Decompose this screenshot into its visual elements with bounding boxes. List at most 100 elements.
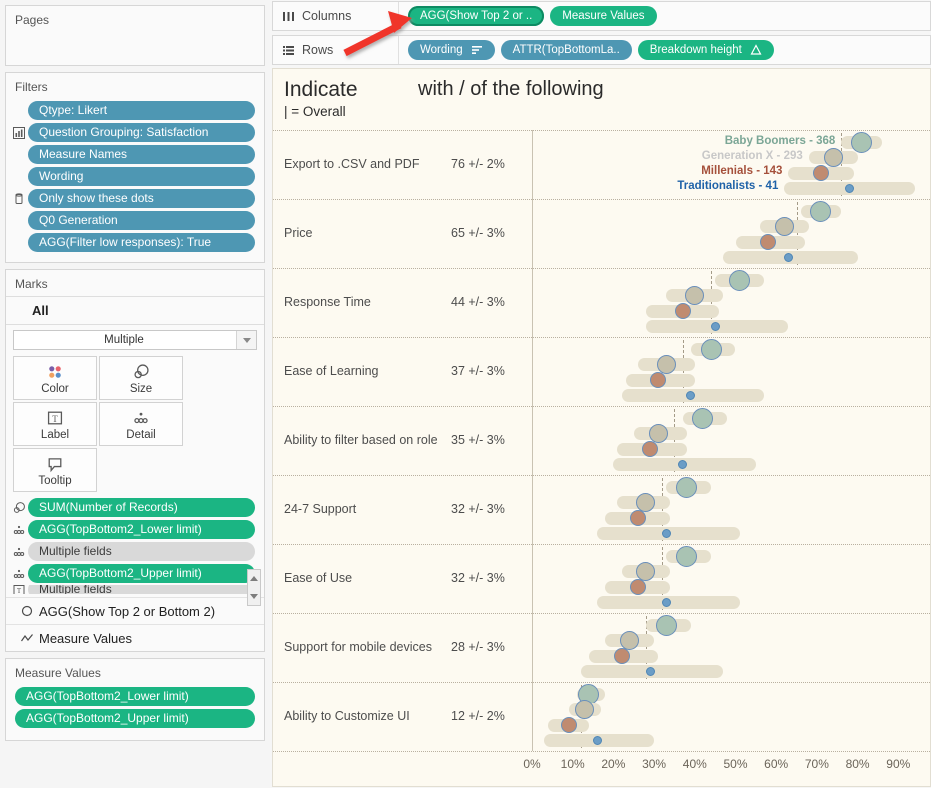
measure-value-pill[interactable]: AGG(TopBottom2_Upper limit): [15, 709, 255, 728]
row-overall-value: 35 +/- 3%: [451, 432, 505, 447]
data-point-ml[interactable]: [629, 510, 646, 527]
detail-dots-icon: [132, 408, 150, 428]
data-point-tr[interactable]: [678, 459, 688, 469]
row-category-label: Ease of Use: [284, 570, 353, 585]
row-separator: [273, 544, 930, 545]
chevron-down-icon[interactable]: [236, 331, 256, 349]
shelf-pill[interactable]: AGG(Show Top 2 or ..: [408, 6, 545, 26]
delta-icon[interactable]: [750, 44, 762, 56]
label-text-icon: T: [46, 408, 64, 428]
marks-detail-button[interactable]: Detail: [99, 402, 183, 446]
marks-pill[interactable]: AGG(TopBottom2_Upper limit): [28, 564, 255, 583]
data-point-ml[interactable]: [812, 165, 829, 182]
data-point-tr[interactable]: [592, 735, 602, 745]
viz-title-main: Indicate: [284, 78, 358, 101]
pages-card: Pages: [5, 5, 265, 66]
marks-all-label: All: [32, 303, 49, 318]
marks-pill[interactable]: AGG(TopBottom2_Lower limit): [28, 520, 255, 539]
marks-pill-row: SUM(Number of Records): [6, 497, 264, 518]
data-point-tr[interactable]: [661, 597, 671, 607]
marks-extra-row[interactable]: AGG(Show Top 2 or Bottom 2): [6, 597, 264, 624]
row-category-label: Ability to Customize UI: [284, 708, 410, 723]
shelf-pill[interactable]: Wording: [408, 40, 495, 60]
shelf-pill-label: Measure Values: [562, 10, 645, 22]
data-point-bb[interactable]: [692, 408, 714, 430]
data-point-bb[interactable]: [700, 339, 722, 361]
x-axis-tick-label: 20%: [601, 757, 626, 771]
marks-tooltip-button[interactable]: Tooltip: [13, 448, 97, 492]
rows-shelf-label: Rows: [273, 36, 399, 64]
marks-button-label: Tooltip: [38, 474, 72, 487]
filters-card: Filters Qtype: Likert Question Grouping: …: [5, 72, 265, 263]
data-point-ml[interactable]: [560, 717, 577, 734]
filter-pill[interactable]: Question Grouping: Satisfaction: [28, 123, 255, 142]
marks-color-button[interactable]: Color: [13, 356, 97, 400]
x-axis-tick-label: 90%: [886, 757, 911, 771]
data-point-tr[interactable]: [783, 252, 793, 262]
color-dots-icon: [46, 362, 64, 382]
marks-label-button[interactable]: T Label: [13, 402, 97, 446]
marks-pill[interactable]: SUM(Number of Records): [28, 498, 255, 517]
tooltip-bubble-icon: [46, 454, 64, 474]
marks-buttons-grid: Color Size T Label Detail Tooltip: [6, 356, 264, 492]
generation-name: Traditionalists: [677, 180, 756, 193]
filter-pill[interactable]: AGG(Filter low responses): True: [28, 233, 255, 252]
data-point-ml[interactable]: [674, 303, 691, 320]
data-point-tr[interactable]: [645, 666, 655, 676]
row-separator: [273, 406, 930, 407]
data-point-tr[interactable]: [661, 528, 671, 538]
data-point-gx[interactable]: [823, 148, 843, 168]
data-point-bb[interactable]: [810, 201, 832, 223]
filter-pill[interactable]: Wording: [28, 167, 255, 186]
shelf-pill[interactable]: ATTR(TopBottomLa..: [500, 40, 632, 60]
data-point-gx[interactable]: [685, 286, 705, 306]
detail-dots-icon: [134, 412, 148, 423]
row-category-label: Response Time: [284, 294, 371, 309]
filters-card-title: Filters: [15, 80, 48, 94]
filter-pill[interactable]: Qtype: Likert: [28, 101, 255, 120]
marks-pill[interactable]: Multiple fields: [28, 585, 255, 594]
label-text-icon: T: [47, 411, 63, 424]
filter-pill[interactable]: Only show these dots: [28, 189, 255, 208]
scroll-down-icon[interactable]: [248, 588, 260, 606]
marks-pill-row: AGG(TopBottom2_Upper limit): [6, 563, 264, 584]
marks-extra-row[interactable]: Measure Values: [6, 624, 264, 651]
visualization-canvas[interactable]: Indicate with / of the following | = Ove…: [272, 68, 931, 787]
row-overall-value: 32 +/- 3%: [451, 501, 505, 516]
scroll-up-icon[interactable]: [248, 570, 260, 588]
generation-legend-label: Generation X - 293: [701, 149, 803, 162]
label-text-icon: T: [13, 585, 25, 594]
data-point-bb[interactable]: [655, 615, 677, 637]
marks-size-button[interactable]: Size: [99, 356, 183, 400]
marks-button-label: Size: [129, 382, 153, 395]
data-point-tr[interactable]: [710, 321, 720, 331]
columns-pills: AGG(Show Top 2 or .. Measure Values: [399, 6, 657, 26]
mark-type-dropdown[interactable]: Multiple: [13, 330, 257, 350]
data-point-bb[interactable]: [676, 546, 698, 568]
detail-dots-icon: [10, 522, 28, 538]
shelf-pill[interactable]: Measure Values: [550, 6, 657, 26]
marks-pill[interactable]: Multiple fields: [28, 542, 255, 561]
x-axis-tick-label: 0%: [523, 757, 541, 771]
filter-pill[interactable]: Measure Names: [28, 145, 255, 164]
measure-value-pill[interactable]: AGG(TopBottom2_Lower limit): [15, 687, 255, 706]
data-point-bb[interactable]: [729, 270, 751, 292]
data-point-ml[interactable]: [613, 648, 630, 665]
generation-count: 368: [816, 134, 836, 147]
columns-shelf[interactable]: Columns AGG(Show Top 2 or .. Measure Valu…: [272, 1, 931, 31]
generation-count: 41: [765, 180, 779, 193]
divider: [6, 324, 264, 325]
data-point-ml[interactable]: [629, 579, 646, 596]
data-point-gx[interactable]: [774, 217, 794, 237]
data-point-bb[interactable]: [851, 132, 873, 154]
marks-scrollbar[interactable]: [247, 569, 261, 606]
sort-icon[interactable]: [471, 44, 483, 56]
data-point-bb[interactable]: [676, 477, 698, 499]
detail-dots-icon: [13, 525, 25, 534]
rows-shelf[interactable]: Rows Wording ATTR(TopBottomLa.. Breakdown …: [272, 35, 931, 65]
data-point-gx[interactable]: [575, 700, 595, 720]
generation-name: Generation X: [701, 149, 774, 162]
data-point-tr[interactable]: [844, 183, 854, 193]
shelf-pill[interactable]: Breakdown height: [637, 40, 774, 60]
filter-pill[interactable]: Q0 Generation: [28, 211, 255, 230]
